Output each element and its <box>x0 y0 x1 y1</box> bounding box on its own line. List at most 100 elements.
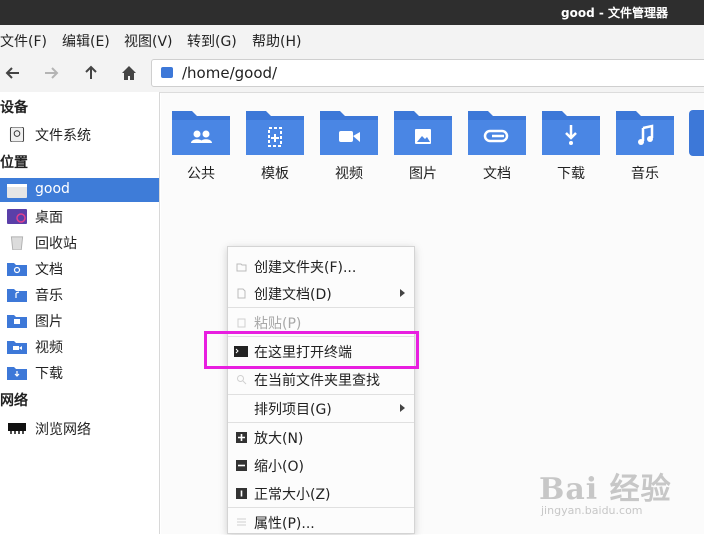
sidebar-item-downloads[interactable]: 下载 <box>0 360 159 384</box>
people-icon <box>172 111 230 155</box>
properties-icon <box>237 518 246 526</box>
folder-item[interactable]: 图片 <box>391 107 455 187</box>
location-path[interactable]: /home/good/ <box>182 64 277 82</box>
back-button[interactable] <box>0 60 26 86</box>
watermark-text: Bai 经验 <box>539 472 672 507</box>
downloads-folder-icon <box>7 367 27 380</box>
folder-label: 下载 <box>557 166 585 182</box>
menu-item-label: 在当前文件夹里查找 <box>254 373 380 389</box>
menu-separator <box>228 507 414 508</box>
menu-item-properties[interactable]: 属性(P)... <box>228 509 414 535</box>
sidebar: 设备 文件系统 位置 good 桌面 回收站 文档 音乐 图片 视频 下载 网络… <box>0 92 160 534</box>
picture-icon <box>394 111 452 155</box>
videos-folder-icon <box>7 341 27 354</box>
menu-item-label: 放大(N) <box>254 431 304 447</box>
template-icon <box>246 111 304 155</box>
pictures-folder-icon <box>7 315 27 328</box>
sidebar-item-label: good <box>35 181 70 197</box>
menu-item-create-folder[interactable]: 创建文件夹(F)... <box>228 253 414 279</box>
folder-item-partial[interactable] <box>689 110 704 156</box>
folder-label: 图片 <box>409 166 437 182</box>
home-button[interactable] <box>116 60 142 86</box>
sidebar-item-home[interactable]: good <box>0 178 159 202</box>
menu-item-zoom-out[interactable]: 缩小(O) <box>228 452 414 478</box>
location-bar[interactable]: /home/good/ <box>151 59 704 87</box>
sidebar-item-label: 桌面 <box>35 210 63 226</box>
arrow-right-icon <box>45 67 59 79</box>
menu-item-zoom-in[interactable]: 放大(N) <box>228 424 414 450</box>
folder-label: 文档 <box>483 166 511 182</box>
menu-item-label: 创建文件夹(F)... <box>254 260 357 276</box>
menu-file[interactable]: 文件(F) <box>0 31 47 51</box>
home-icon <box>122 66 136 80</box>
up-button[interactable] <box>78 60 104 86</box>
window-title: good - 文件管理器 <box>560 6 668 20</box>
drive-icon <box>9 127 25 142</box>
menu-item-label: 排列项目(G) <box>254 402 332 418</box>
arrow-left-icon <box>5 67 19 79</box>
sidebar-item-label: 回收站 <box>35 236 77 252</box>
menu-item-label: 缩小(O) <box>254 459 304 475</box>
menu-help[interactable]: 帮助(H) <box>252 31 301 51</box>
folder-item[interactable]: 下载 <box>539 107 603 187</box>
zoom-original-icon <box>236 488 247 499</box>
watermark: Bai 经验 jingyan.baidu.com <box>535 458 695 518</box>
sidebar-item-label: 图片 <box>35 314 63 330</box>
zoom-out-icon <box>236 460 247 471</box>
menu-bar: 文件(F) 编辑(E) 视图(V) 转到(G) 帮助(H) <box>0 25 704 54</box>
folder-label: 模板 <box>261 166 289 182</box>
music-icon <box>616 111 674 155</box>
folder-item[interactable]: 文档 <box>465 107 529 187</box>
sidebar-item-label: 视频 <box>35 340 63 356</box>
sidebar-item-desktop[interactable]: 桌面 <box>0 204 159 228</box>
sidebar-item-documents[interactable]: 文档 <box>0 256 159 280</box>
folder-item[interactable]: 音乐 <box>613 107 677 187</box>
sidebar-heading-network: 网络 <box>0 393 28 409</box>
sidebar-item-label: 文档 <box>35 262 63 278</box>
folder-item[interactable]: 公共 <box>169 107 233 187</box>
menu-edit[interactable]: 编辑(E) <box>62 31 110 51</box>
document-new-icon <box>237 288 246 299</box>
search-icon <box>237 375 247 385</box>
forward-button[interactable] <box>38 60 64 86</box>
sidebar-item-trash[interactable]: 回收站 <box>0 230 159 254</box>
menu-item-normal-size[interactable]: 正常大小(Z) <box>228 480 414 506</box>
menu-view[interactable]: 视图(V) <box>124 31 173 51</box>
toolbar: /home/good/ <box>0 54 704 93</box>
trash-icon <box>10 236 24 250</box>
menu-item-label: 属性(P)... <box>254 516 315 532</box>
submenu-arrow-icon <box>400 289 405 297</box>
sidebar-item-label: 音乐 <box>35 288 63 304</box>
menu-item-arrange[interactable]: 排列项目(G) <box>228 395 414 421</box>
paste-icon <box>237 318 246 328</box>
folder-label: 音乐 <box>631 166 659 182</box>
menu-go[interactable]: 转到(G) <box>187 31 237 51</box>
sidebar-item-label: 下载 <box>35 366 63 382</box>
sidebar-item-videos[interactable]: 视频 <box>0 334 159 358</box>
video-icon <box>320 111 378 155</box>
music-folder-icon <box>7 289 27 302</box>
sidebar-item-music[interactable]: 音乐 <box>0 282 159 306</box>
submenu-arrow-icon <box>400 404 405 412</box>
link-icon <box>468 111 526 155</box>
menu-separator <box>228 307 414 308</box>
zoom-in-icon <box>236 432 247 443</box>
menu-item-label: 粘贴(P) <box>254 316 302 332</box>
download-icon <box>542 111 600 155</box>
sidebar-item-filesystem[interactable]: 文件系统 <box>0 122 159 146</box>
sidebar-heading-places: 位置 <box>0 155 28 171</box>
menu-item-label: 正常大小(Z) <box>254 487 331 503</box>
sidebar-item-label: 文件系统 <box>35 128 91 144</box>
folder-icon <box>161 67 173 78</box>
documents-folder-icon <box>7 263 27 276</box>
title-bar: good - 文件管理器 <box>0 0 704 25</box>
folder-label: 公共 <box>187 166 215 182</box>
menu-item-create-document[interactable]: 创建文档(D) <box>228 280 414 306</box>
watermark-url: jingyan.baidu.com <box>541 504 643 517</box>
folder-item[interactable]: 视频 <box>317 107 381 187</box>
menu-item-find-here[interactable]: 在当前文件夹里查找 <box>228 366 414 392</box>
folder-item[interactable]: 模板 <box>243 107 307 187</box>
sidebar-item-pictures[interactable]: 图片 <box>0 308 159 332</box>
sidebar-item-browse-network[interactable]: 浏览网络 <box>0 416 159 440</box>
folder-label: 视频 <box>335 166 363 182</box>
